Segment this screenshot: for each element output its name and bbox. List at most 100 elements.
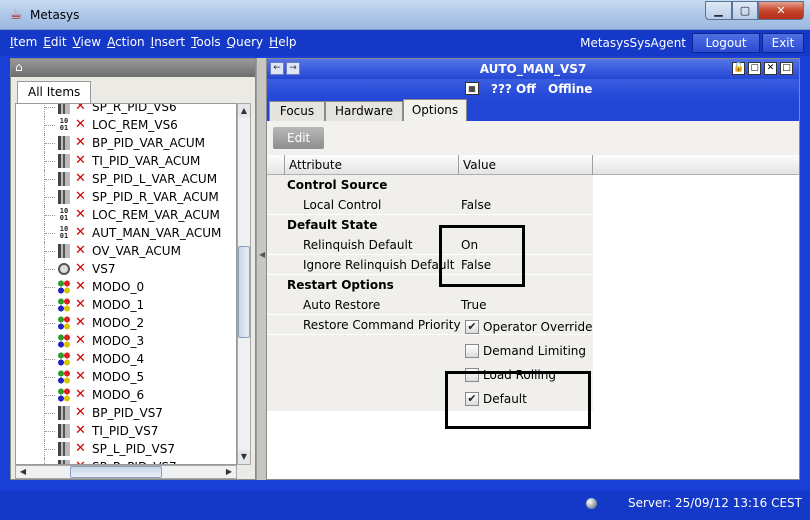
menu-item-7[interactable]: Help	[269, 35, 296, 49]
tree-item[interactable]: ✕ TI_PID_VS7	[16, 422, 236, 440]
grid-row[interactable]: Auto Restore True	[267, 295, 593, 315]
tree-item-label: MODO_6	[92, 388, 145, 402]
tree-vertical-scrollbar[interactable]: ▲ ▼	[237, 103, 251, 465]
tree-item-label: MODO_3	[92, 334, 145, 348]
tree-item[interactable]: ✕ MODO_2	[16, 314, 236, 332]
error-x-icon: ✕	[75, 333, 86, 348]
tree-item[interactable]: ✕ SP_PID_L_VAR_ACUM	[16, 170, 236, 188]
empty-checkbox-icon[interactable]	[465, 344, 479, 358]
tree-item[interactable]: ✕SP_R_PID_VS7	[16, 458, 236, 464]
dev-object-icon	[58, 172, 70, 186]
error-x-icon: ✕	[75, 225, 86, 240]
menu-item-5[interactable]: Tools	[191, 35, 221, 49]
grid-row[interactable]: Ignore Relinquish Default False	[267, 255, 593, 275]
tree-connector	[44, 152, 58, 170]
maximize-panel-icon[interactable]: □	[780, 62, 793, 75]
scroll-thumb-horizontal[interactable]	[70, 466, 162, 478]
dev-object-icon	[58, 154, 70, 168]
lock-icon[interactable]: 🔓	[732, 62, 745, 75]
tab-hardware[interactable]: Hardware	[325, 101, 403, 121]
tree-item[interactable]: 10 01 ✕ AUT_MAN_VAR_ACUM	[16, 224, 236, 242]
tree-item-label: VS7	[92, 262, 116, 276]
tree-item[interactable]: ✕ BP_PID_VAR_ACUM	[16, 134, 236, 152]
scroll-thumb[interactable]	[238, 246, 250, 338]
tree-item[interactable]: ✕ OV_VAR_ACUM	[16, 242, 236, 260]
home-icon[interactable]: ⌂	[15, 60, 29, 74]
tree-item[interactable]: ✕ SP_PID_R_VAR_ACUM	[16, 188, 236, 206]
tree-item[interactable]: ✕ BP_PID_VS7	[16, 404, 236, 422]
menu-label: tem	[13, 35, 38, 49]
attribute-value: False	[461, 198, 492, 212]
error-x-icon: ✕	[75, 103, 86, 114]
column-header-value[interactable]: Value	[459, 155, 593, 175]
status-footer: Server: 25/09/12 13:16 CEST	[0, 490, 810, 520]
grid-row[interactable]: Relinquish Default On	[267, 235, 593, 255]
priority-checkbox[interactable]: Load Rolling	[465, 365, 615, 385]
restore-icon[interactable]: ▢	[748, 62, 761, 75]
menu-mnemonic: V	[72, 35, 81, 49]
menu-item-6[interactable]: Query	[227, 35, 263, 49]
edit-button[interactable]: Edit	[273, 127, 325, 149]
error-x-icon: ✕	[75, 243, 86, 258]
tree-horizontal-scrollbar[interactable]: ◀ ▶	[15, 465, 237, 479]
scroll-down-arrow-icon[interactable]: ▼	[238, 450, 250, 464]
tree-item[interactable]: ✕ MODO_1	[16, 296, 236, 314]
grid-row[interactable]: Local Control False	[267, 195, 593, 215]
tree-item[interactable]: ✕ MODO_5	[16, 368, 236, 386]
splitter-grip-icon[interactable]: ◀	[259, 250, 265, 259]
panel-splitter[interactable]: ◀	[256, 58, 266, 480]
attribute-value: False	[461, 258, 492, 272]
exit-button[interactable]: Exit	[762, 33, 804, 53]
tree-item[interactable]: 10 01 ✕ LOC_REM_VS6	[16, 116, 236, 134]
tree-connector	[44, 404, 58, 422]
minimize-button[interactable]: ▁	[705, 1, 732, 20]
priority-checkbox[interactable]: ✔ Default	[465, 389, 615, 409]
menu-item-2[interactable]: View	[73, 35, 101, 49]
menu-item-1[interactable]: Edit	[43, 35, 66, 49]
object-status-bar: ▦ ??? Off Offline	[267, 79, 799, 99]
multi-object-icon	[58, 334, 70, 348]
checkmark-icon[interactable]: ✔	[465, 392, 479, 406]
tree-item-label: TI_PID_VAR_ACUM	[92, 154, 201, 168]
logout-button[interactable]: Logout	[692, 33, 760, 53]
menu-item-4[interactable]: Insert	[151, 35, 185, 49]
tab-options[interactable]: Options	[403, 99, 467, 121]
tree-item[interactable]: ✕ TI_PID_VAR_ACUM	[16, 152, 236, 170]
column-header-attribute[interactable]: Attribute	[285, 155, 459, 175]
error-x-icon: ✕	[75, 369, 86, 384]
priority-checkbox[interactable]: ✔ Operator Override	[465, 317, 615, 337]
empty-checkbox-icon[interactable]	[465, 368, 479, 382]
tree-item[interactable]: ✕ SP_R_PID_VS6	[16, 103, 236, 116]
tree-item[interactable]: ✕ MODO_0	[16, 278, 236, 296]
maximize-button[interactable]: ▢	[732, 1, 758, 20]
menu-item-0[interactable]: Item	[10, 35, 37, 49]
tree-connector	[44, 260, 58, 278]
tree-item[interactable]: ✕ VS7	[16, 260, 236, 278]
error-x-icon: ✕	[75, 279, 86, 294]
close-panel-icon[interactable]: ✕	[764, 62, 777, 75]
tree-item[interactable]: ✕ MODO_3	[16, 332, 236, 350]
tree-item[interactable]: ✕ MODO_4	[16, 350, 236, 368]
scroll-left-arrow-icon[interactable]: ◀	[16, 466, 30, 478]
attribute-name: Auto Restore	[303, 298, 381, 312]
checkmark-icon[interactable]: ✔	[465, 320, 479, 334]
tree-connector	[44, 458, 58, 464]
close-button[interactable]: ✕	[758, 1, 804, 20]
tab-all-items[interactable]: All Items	[17, 81, 92, 103]
checkbox-label: Operator Override	[483, 320, 593, 334]
scroll-right-arrow-icon[interactable]: ▶	[222, 466, 236, 478]
scroll-up-arrow-icon[interactable]: ▲	[238, 104, 250, 118]
tree-item-label: SP_PID_L_VAR_ACUM	[92, 172, 218, 186]
tree-item-label: MODO_2	[92, 316, 145, 330]
menu-item-3[interactable]: Action	[107, 35, 145, 49]
tree-item[interactable]: 10 01 ✕ LOC_REM_VAR_ACUM	[16, 206, 236, 224]
dev-object-icon	[58, 190, 70, 204]
tree-item[interactable]: ✕ MODO_6	[16, 386, 236, 404]
priority-checkbox[interactable]: Demand Limiting	[465, 341, 615, 361]
tree-connector	[44, 278, 58, 296]
status-value: ??? Off	[491, 82, 536, 96]
multi-object-icon	[58, 352, 70, 366]
tree-item[interactable]: ✕ SP_L_PID_VS7	[16, 440, 236, 458]
agent-name: MetasysSysAgent	[580, 36, 686, 50]
tab-focus[interactable]: Focus	[269, 101, 325, 121]
